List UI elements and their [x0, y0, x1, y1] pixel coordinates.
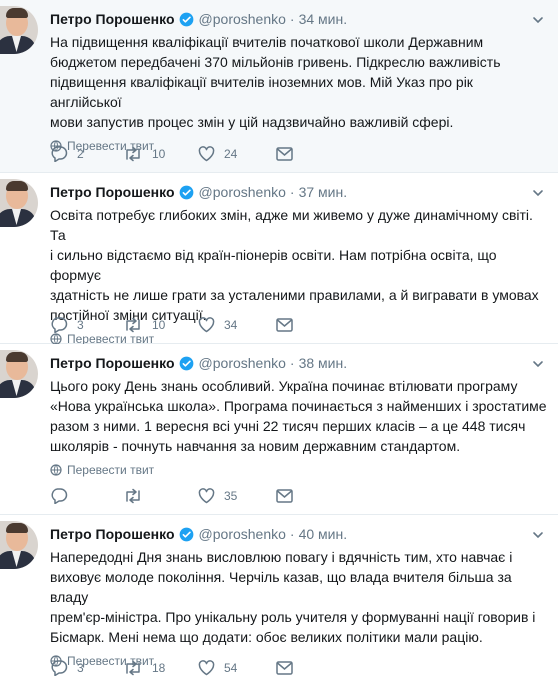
- avatar[interactable]: [0, 521, 38, 569]
- avatar[interactable]: [0, 6, 38, 54]
- tweet-feed: Петро Порошенко @poroshenko · 34 мин. На…: [0, 0, 558, 686]
- author-handle[interactable]: @poroshenko: [199, 526, 286, 542]
- avatar[interactable]: [0, 179, 38, 227]
- envelope-icon: [276, 660, 293, 675]
- tweet[interactable]: Петро Порошенко @poroshenko · 37 мин. Ос…: [0, 173, 558, 346]
- reply-count: 3: [77, 660, 84, 675]
- like-count: 34: [224, 317, 238, 332]
- header-separator: ·: [289, 184, 295, 200]
- header-separator: ·: [289, 11, 295, 27]
- envelope-icon: [276, 146, 293, 161]
- retweet-count: 10: [152, 146, 166, 161]
- author-name[interactable]: Петро Порошенко: [50, 355, 175, 371]
- retweet-button[interactable]: [123, 488, 166, 504]
- author-name[interactable]: Петро Порошенко: [50, 526, 175, 542]
- tweet-text: Освіта потребує глибоких змін, адже ми ж…: [50, 207, 539, 323]
- verified-badge-icon: [179, 527, 194, 542]
- reply-count: 3: [77, 317, 84, 332]
- author-handle[interactable]: @poroshenko: [199, 11, 286, 27]
- reply-button[interactable]: 3: [50, 316, 91, 333]
- retweet-count: 18: [152, 660, 166, 675]
- direct-message-button[interactable]: [276, 660, 302, 675]
- tweet-text: Напередодні Дня знань висловлюю повагу і…: [50, 549, 536, 645]
- retweet-icon: [126, 488, 140, 503]
- tweet-header: Петро Порошенко @poroshenko · 37 мин.: [50, 183, 548, 201]
- tweet-timestamp[interactable]: 37 мин.: [299, 184, 348, 200]
- like-button[interactable]: 35: [198, 487, 238, 504]
- chevron-down-icon[interactable]: [532, 186, 544, 198]
- tweet-timestamp[interactable]: 38 мин.: [299, 355, 348, 371]
- tweet-header: Петро Порошенко @poroshenko · 40 мин.: [50, 525, 548, 543]
- heart-icon: [198, 487, 215, 503]
- reply-icon: [51, 317, 68, 333]
- envelope-icon: [276, 488, 293, 503]
- retweet-icon: [126, 660, 140, 675]
- author-name[interactable]: Петро Порошенко: [50, 11, 175, 27]
- tweet-actions: 3 10 34: [50, 316, 334, 333]
- direct-message-button[interactable]: [276, 488, 302, 503]
- like-count: 24: [224, 146, 238, 161]
- chevron-down-icon[interactable]: [532, 357, 544, 369]
- like-count: 35: [224, 488, 238, 503]
- reply-button[interactable]: 2: [50, 145, 91, 162]
- tweet-timestamp[interactable]: 34 мин.: [299, 11, 348, 27]
- retweet-button[interactable]: 18: [123, 660, 166, 676]
- heart-icon: [198, 316, 215, 332]
- header-separator: ·: [289, 355, 295, 371]
- retweet-button[interactable]: 10: [123, 146, 166, 162]
- avatar[interactable]: [0, 350, 38, 398]
- like-button[interactable]: 54: [198, 659, 238, 676]
- translate-tweet-link[interactable]: Перевести твит: [50, 463, 548, 477]
- reply-button[interactable]: [50, 487, 91, 504]
- reply-button[interactable]: 3: [50, 659, 91, 676]
- tweet-header: Петро Порошенко @poroshenko · 38 мин.: [50, 354, 548, 372]
- heart-icon: [198, 145, 215, 161]
- reply-icon: [51, 660, 68, 676]
- reply-icon: [51, 146, 68, 162]
- retweet-icon: [126, 317, 140, 332]
- heart-icon: [198, 659, 215, 675]
- header-separator: ·: [289, 526, 295, 542]
- verified-badge-icon: [179, 12, 194, 27]
- direct-message-button[interactable]: [276, 146, 302, 161]
- like-count: 54: [224, 660, 238, 675]
- globe-icon: [50, 464, 62, 476]
- tweet[interactable]: Петро Порошенко @poroshenko · 34 мин. На…: [0, 0, 558, 173]
- retweet-icon: [126, 146, 140, 161]
- tweet-text: На підвищення кваліфікації вчителів поча…: [50, 34, 501, 130]
- tweet-actions: 35: [50, 487, 334, 504]
- tweet-text: Цього року День знань особливий. Україна…: [50, 378, 547, 454]
- tweet-header: Петро Порошенко @poroshenko · 34 мин.: [50, 10, 548, 28]
- retweet-button[interactable]: 10: [123, 317, 166, 333]
- author-handle[interactable]: @poroshenko: [199, 355, 286, 371]
- verified-badge-icon: [179, 356, 194, 371]
- chevron-down-icon[interactable]: [532, 528, 544, 540]
- chevron-down-icon[interactable]: [532, 13, 544, 25]
- author-handle[interactable]: @poroshenko: [199, 184, 286, 200]
- tweet-timestamp[interactable]: 40 мин.: [299, 526, 348, 542]
- tweet[interactable]: Петро Порошенко @poroshenko · 40 мин. На…: [0, 515, 558, 686]
- reply-count: 2: [77, 146, 84, 161]
- translate-label: Перевести твит: [67, 463, 155, 477]
- like-button[interactable]: 24: [198, 145, 238, 162]
- verified-badge-icon: [179, 185, 194, 200]
- retweet-count: 10: [152, 317, 166, 332]
- reply-icon: [51, 488, 68, 504]
- envelope-icon: [276, 317, 293, 332]
- direct-message-button[interactable]: [276, 317, 302, 332]
- tweet-actions: 2 10 24: [50, 145, 334, 162]
- tweet[interactable]: Петро Порошенко @poroshenko · 38 мин. Ць…: [0, 344, 558, 515]
- author-name[interactable]: Петро Порошенко: [50, 184, 175, 200]
- like-button[interactable]: 34: [198, 316, 238, 333]
- tweet-actions: 3 18 54: [50, 659, 334, 676]
